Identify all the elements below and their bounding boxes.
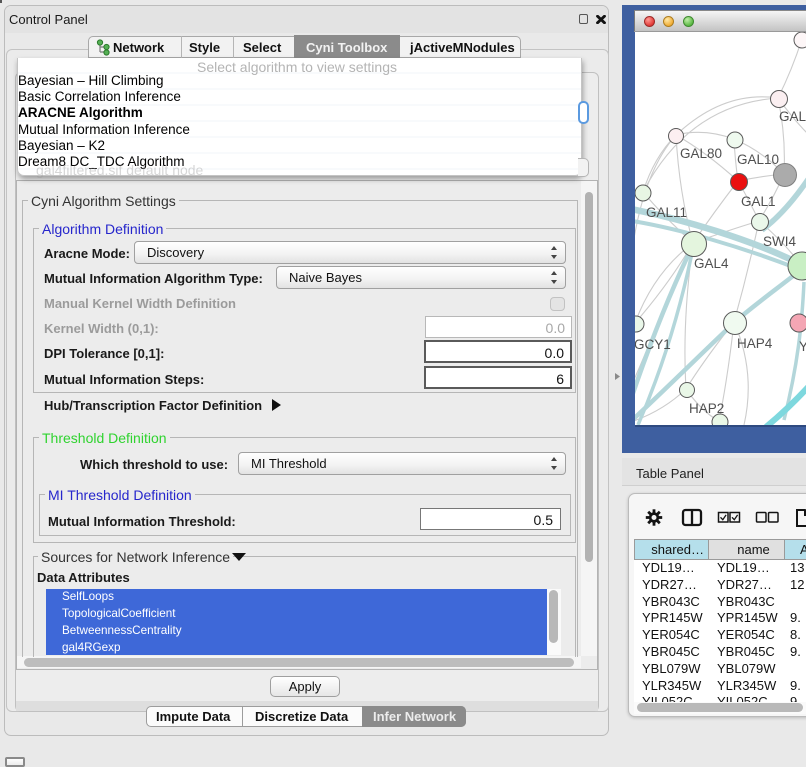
svg-text:GAL11: GAL11 [646,205,687,220]
svg-text:GAL1: GAL1 [741,194,776,209]
svg-text:GAL10: GAL10 [737,152,779,167]
svg-text:SWI4: SWI4 [763,234,796,249]
svg-text:GAL7: GAL7 [779,109,806,124]
svg-text:GAL4: GAL4 [694,256,729,271]
svg-text:HAP4: HAP4 [737,336,773,351]
svg-text:GAL80: GAL80 [680,146,722,161]
svg-text:HAP2: HAP2 [689,401,724,416]
svg-text:GCY1: GCY1 [635,337,671,352]
svg-text:YDR0: YDR0 [799,339,806,354]
